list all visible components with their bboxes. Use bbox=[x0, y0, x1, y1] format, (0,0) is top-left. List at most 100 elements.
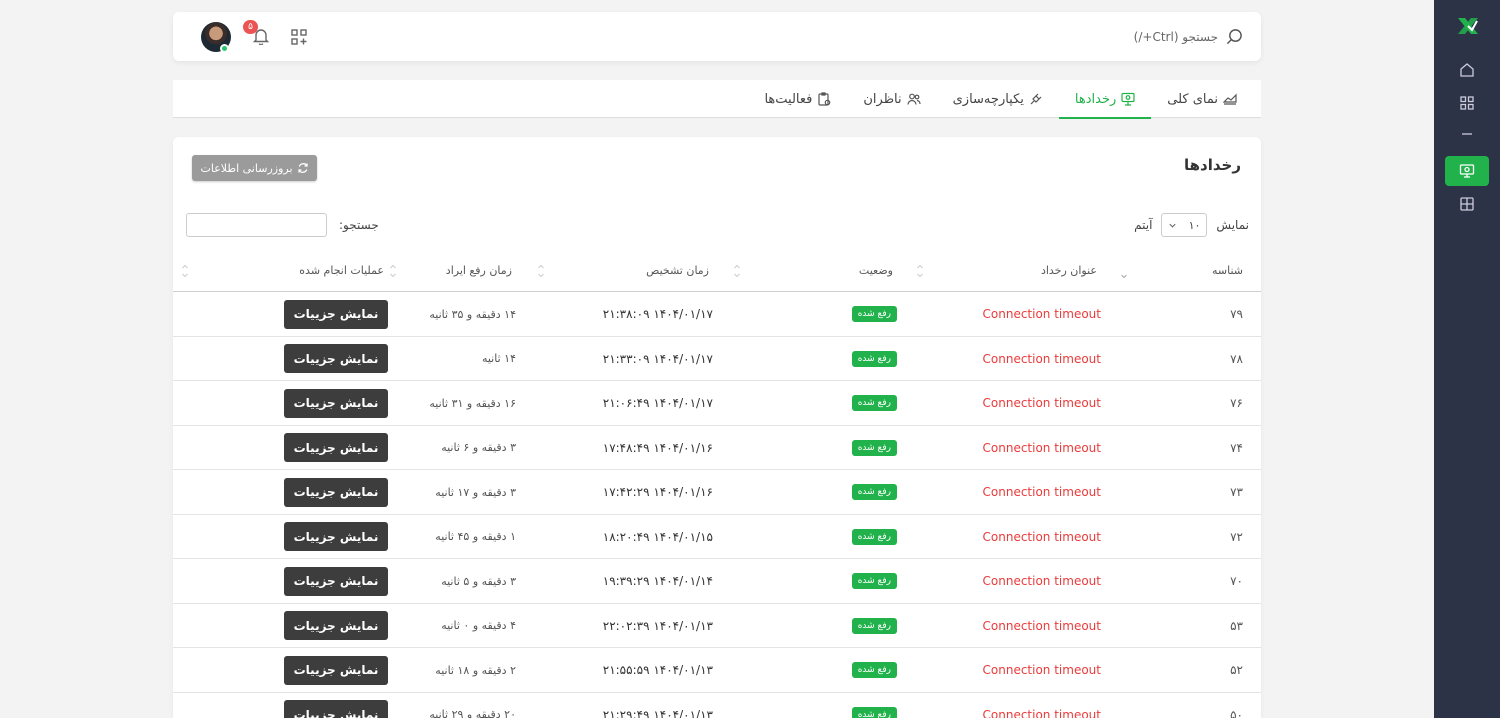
cell-action: نمایش جزییات bbox=[284, 604, 388, 648]
show-details-button[interactable]: نمایش جزییات bbox=[284, 611, 388, 640]
incidents-table: شناسه عنوان رخداد وضعیت زمان تشخیص زمان … bbox=[173, 249, 1261, 718]
header-title[interactable]: عنوان رخداد bbox=[1041, 249, 1097, 292]
header-status[interactable]: وضعیت bbox=[859, 249, 893, 292]
sort-icon[interactable] bbox=[733, 263, 741, 279]
cell-detected: ۱۴۰۴/۰۱/۱۴ ۱۹:۳۹:۲۹ bbox=[602, 574, 713, 588]
cell-detected: ۱۴۰۴/۰۱/۱۳ ۲۱:۲۹:۴۹ bbox=[602, 707, 713, 718]
table-row: ۷۴ Connection timeout رفع شده ۱۴۰۴/۰۱/۱۶… bbox=[173, 426, 1261, 470]
sidebar-home-icon[interactable] bbox=[1456, 59, 1478, 81]
cell-action: نمایش جزییات bbox=[284, 381, 388, 425]
global-search[interactable]: جستجو (Ctrl+/) bbox=[1134, 24, 1243, 49]
chevron-down-icon bbox=[1169, 223, 1177, 228]
show-details-button[interactable]: نمایش جزییات bbox=[284, 433, 388, 462]
table-row: ۷۶ Connection timeout رفع شده ۱۴۰۴/۰۱/۱۷… bbox=[173, 381, 1261, 426]
table-search-input[interactable] bbox=[186, 213, 327, 237]
table-search: جستجو: bbox=[186, 213, 379, 237]
cell-title: Connection timeout bbox=[982, 485, 1101, 499]
cell-title: Connection timeout bbox=[982, 307, 1101, 321]
search-placeholder: جستجو (Ctrl+/) bbox=[1133, 29, 1218, 44]
header-fix-time[interactable]: زمان رفع ایراد bbox=[446, 249, 512, 292]
cell-status: رفع شده bbox=[851, 693, 897, 718]
status-badge: رفع شده bbox=[851, 573, 897, 589]
cell-detected: ۱۴۰۴/۰۱/۱۳ ۲۱:۵۵:۵۹ bbox=[602, 663, 713, 677]
apps-add-icon[interactable] bbox=[290, 28, 308, 46]
status-badge: رفع شده bbox=[851, 484, 897, 500]
items-label: آیتم bbox=[1134, 218, 1153, 232]
refresh-button[interactable]: بروزرسانی اطلاعات bbox=[192, 155, 317, 181]
cell-fix-time: ۳ دقیقه و ۵ ثانیه bbox=[441, 574, 516, 588]
cell-action: نمایش جزییات bbox=[284, 426, 388, 470]
cell-status: رفع شده bbox=[851, 426, 897, 470]
sort-icon[interactable] bbox=[389, 263, 397, 279]
cell-id: ۷۰ bbox=[1230, 574, 1243, 588]
table-row: ۷۳ Connection timeout رفع شده ۱۴۰۴/۰۱/۱۶… bbox=[173, 470, 1261, 515]
header-detected[interactable]: زمان تشخیص bbox=[646, 249, 709, 292]
sort-icon[interactable] bbox=[181, 263, 189, 279]
online-status-dot bbox=[220, 44, 229, 53]
sidebar-incidents-icon[interactable] bbox=[1445, 156, 1489, 186]
cell-detected: ۱۴۰۴/۰۱/۱۷ ۲۱:۳۸:۰۹ bbox=[602, 307, 713, 321]
chart-area-icon bbox=[1223, 93, 1237, 105]
show-details-button[interactable]: نمایش جزییات bbox=[284, 566, 388, 596]
show-label: نمایش bbox=[1216, 218, 1249, 232]
sort-icon[interactable] bbox=[537, 263, 545, 279]
incidents-card: رخدادها بروزرسانی اطلاعات نمایش ۱۰ آیتم … bbox=[173, 137, 1261, 718]
cell-id: ۷۶ bbox=[1230, 396, 1243, 410]
cell-fix-time: ۲ دقیقه و ۱۸ ثانیه bbox=[435, 663, 516, 677]
tab-bar: نمای کلی رخدادها یکپارچه‌سازی ناظران فعا… bbox=[173, 80, 1261, 119]
show-details-button[interactable]: نمایش جزییات bbox=[284, 522, 388, 551]
sort-icon[interactable] bbox=[916, 263, 924, 279]
show-details-button[interactable]: نمایش جزییات bbox=[284, 388, 388, 418]
cell-fix-time: ۱۴ ثانیه bbox=[481, 352, 516, 365]
cell-id: ۷۳ bbox=[1230, 485, 1243, 499]
tab-activities[interactable]: فعالیت‌ها bbox=[748, 80, 847, 118]
cell-id: ۵۲ bbox=[1230, 663, 1243, 677]
tab-label: رخدادها bbox=[1074, 91, 1117, 107]
show-details-button[interactable]: نمایش جزییات bbox=[284, 344, 388, 373]
page-title: رخدادها bbox=[1184, 156, 1241, 174]
tab-label: فعالیت‌ها bbox=[764, 91, 813, 107]
show-details-button[interactable]: نمایش جزییات bbox=[284, 477, 388, 507]
show-details-button[interactable]: نمایش جزییات bbox=[284, 700, 388, 718]
tab-integrations[interactable]: یکپارچه‌سازی bbox=[937, 80, 1059, 118]
cell-status: رفع شده bbox=[851, 337, 897, 381]
cell-status: رفع شده bbox=[851, 559, 897, 603]
cell-status: رفع شده bbox=[851, 604, 897, 648]
header-id[interactable]: شناسه bbox=[1212, 249, 1243, 292]
tab-observers[interactable]: ناظران bbox=[847, 80, 936, 118]
cell-status: رفع شده bbox=[851, 648, 897, 692]
notification-badge: ۵ bbox=[243, 20, 258, 34]
status-badge: رفع شده bbox=[851, 306, 897, 322]
table-row: ۵۲ Connection timeout رفع شده ۱۴۰۴/۰۱/۱۳… bbox=[173, 648, 1261, 693]
status-badge: رفع شده bbox=[851, 395, 897, 411]
cell-action: نمایش جزییات bbox=[284, 515, 388, 559]
tab-incidents[interactable]: رخدادها bbox=[1058, 80, 1152, 119]
table-row: ۷۸ Connection timeout رفع شده ۱۴۰۴/۰۱/۱۷… bbox=[173, 337, 1261, 381]
sidebar-layout-icon[interactable] bbox=[1456, 193, 1478, 215]
cell-title: Connection timeout bbox=[982, 707, 1101, 718]
sidebar-partial-icon[interactable] bbox=[1456, 126, 1478, 138]
header-actions[interactable]: عملیات انجام شده bbox=[299, 249, 384, 292]
cell-action: نمایش جزییات bbox=[284, 648, 388, 692]
users-icon bbox=[907, 93, 921, 105]
status-badge: رفع شده bbox=[851, 617, 897, 634]
cell-title: Connection timeout bbox=[982, 396, 1101, 410]
logo-icon[interactable] bbox=[1455, 13, 1481, 39]
table-row: ۷۲ Connection timeout رفع شده ۱۴۰۴/۰۱/۱۵… bbox=[173, 515, 1261, 559]
show-details-button[interactable]: نمایش جزییات bbox=[284, 655, 388, 685]
refresh-icon bbox=[297, 163, 308, 173]
sidebar bbox=[1434, 0, 1500, 718]
cell-detected: ۱۴۰۴/۰۱/۱۶ ۱۷:۴۲:۲۹ bbox=[602, 485, 713, 499]
cell-id: ۷۸ bbox=[1230, 351, 1243, 366]
clipboard-icon bbox=[818, 92, 831, 106]
sidebar-apps-icon[interactable] bbox=[1456, 92, 1478, 114]
page-length-select[interactable]: ۱۰ bbox=[1161, 213, 1208, 237]
plug-icon bbox=[1030, 93, 1042, 105]
cell-detected: ۱۴۰۴/۰۱/۱۷ ۲۱:۳۳:۰۹ bbox=[602, 351, 713, 366]
cell-fix-time: ۳ دقیقه و ۶ ثانیه bbox=[441, 441, 516, 454]
tab-overview[interactable]: نمای کلی bbox=[1151, 80, 1253, 118]
show-details-button[interactable]: نمایش جزییات bbox=[284, 299, 388, 329]
cell-detected: ۱۴۰۴/۰۱/۱۶ ۱۷:۴۸:۴۹ bbox=[602, 440, 713, 455]
sort-icon[interactable] bbox=[1120, 263, 1128, 279]
tab-label: ناظران bbox=[863, 91, 902, 107]
